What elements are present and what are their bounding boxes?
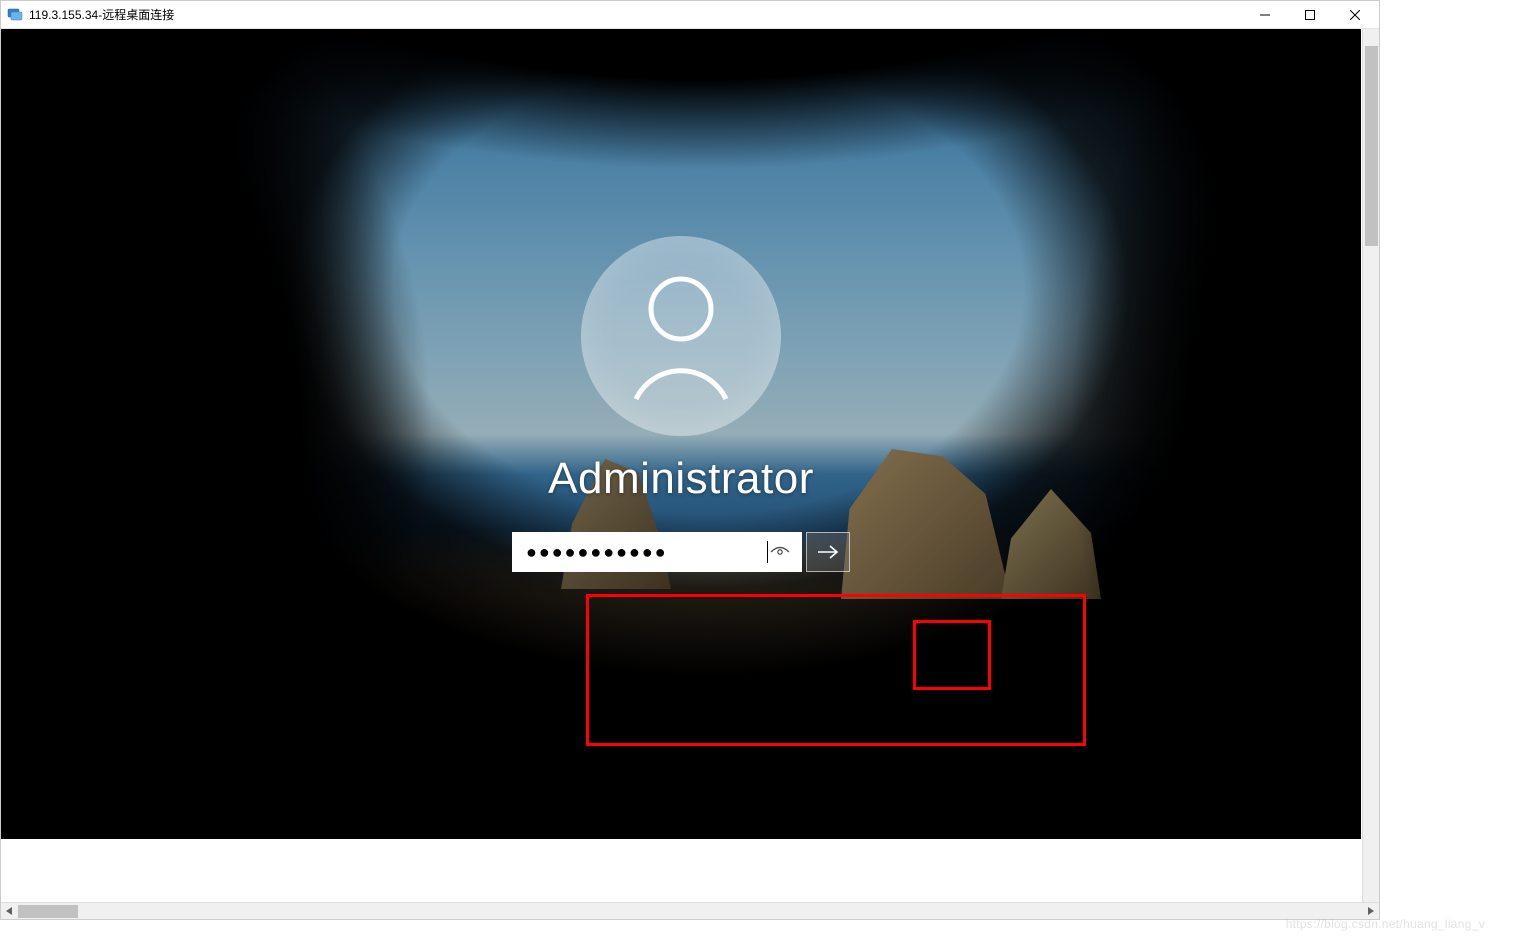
scrollbar-thumb[interactable] bbox=[18, 905, 78, 918]
maximize-button[interactable] bbox=[1287, 1, 1332, 29]
password-input[interactable]: ●●●●●●●●●●● bbox=[512, 532, 802, 572]
arrow-right-icon bbox=[817, 544, 839, 560]
scrollbar-track[interactable] bbox=[18, 903, 1362, 920]
close-button[interactable] bbox=[1332, 1, 1377, 29]
minimize-button[interactable] bbox=[1242, 1, 1287, 29]
scrollbar-thumb[interactable] bbox=[1365, 46, 1378, 246]
vertical-scrollbar[interactable] bbox=[1362, 29, 1379, 902]
remote-desktop-screen[interactable]: Administrator ●●●●●●●●●●● bbox=[1, 29, 1361, 839]
password-mask: ●●●●●●●●●●● bbox=[526, 542, 769, 563]
title-ip: 119.3.155.34 bbox=[29, 8, 98, 22]
watermark: https://blog.csdn.net/huang_liang_v bbox=[1286, 917, 1485, 931]
scroll-left-button[interactable] bbox=[1, 903, 18, 920]
app-icon bbox=[7, 7, 23, 23]
user-icon bbox=[621, 271, 741, 401]
content-area: Administrator ●●●●●●●●●●● bbox=[1, 29, 1379, 919]
rdp-window: 119.3.155.34 - 远程桌面连接 bbox=[0, 0, 1380, 920]
password-row: ●●●●●●●●●●● bbox=[512, 532, 850, 572]
title-appname: 远程桌面连接 bbox=[102, 6, 174, 23]
login-panel: Administrator ●●●●●●●●●●● bbox=[381, 296, 981, 572]
user-avatar bbox=[581, 236, 781, 436]
submit-button[interactable] bbox=[806, 532, 850, 572]
horizontal-scrollbar[interactable] bbox=[1, 902, 1379, 919]
reveal-password-icon[interactable] bbox=[768, 540, 792, 564]
titlebar[interactable]: 119.3.155.34 - 远程桌面连接 bbox=[1, 1, 1379, 29]
username-label: Administrator bbox=[548, 454, 814, 504]
